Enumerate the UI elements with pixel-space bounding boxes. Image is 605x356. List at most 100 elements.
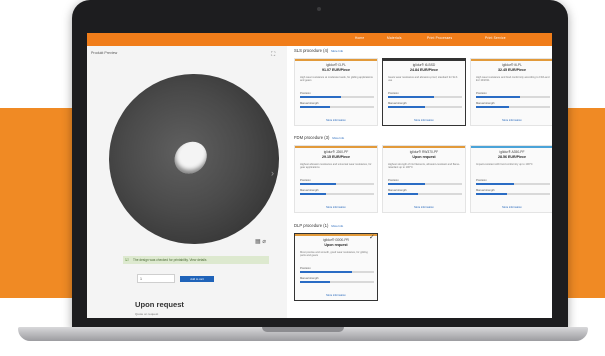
material-description: Gears wear resistance and abrasion-proof… [388, 76, 458, 83]
material-card[interactable]: iglidur® RW370-PF Upon request Highest str… [382, 145, 466, 213]
strength-bar [388, 106, 462, 108]
precision-label: Precision [476, 179, 487, 182]
material-name: iglidur® A350-PF [499, 150, 525, 154]
material-price: 29.15 EUR/Piece [322, 155, 350, 159]
wheel-hole [167, 135, 214, 181]
more-info-link[interactable]: More Info [331, 224, 343, 228]
nav-item-home[interactable]: Home [355, 36, 364, 40]
chevron-right-icon[interactable]: › [271, 168, 274, 178]
more-information-link[interactable]: More information [295, 206, 377, 209]
strength-bar [476, 106, 550, 108]
precision-bar-fill [476, 183, 515, 185]
strength-label: Manual strength [476, 102, 495, 105]
section-title-text: FDM procedure (3) [294, 135, 330, 140]
precision-bar-fill [300, 271, 352, 273]
printability-note: ☑ The design was checked for printabilit… [123, 256, 269, 264]
precision-bar-fill [476, 96, 521, 98]
section-title: SLS procedure (4) More Info [294, 48, 343, 53]
card-accent-bar [295, 146, 377, 148]
card-accent-bar [383, 59, 465, 61]
more-information-link[interactable]: More information [471, 206, 552, 209]
expand-icon[interactable]: ⛶ [271, 52, 275, 58]
more-info-link[interactable]: More Info [332, 136, 344, 140]
material-description: Highest abrasion resistance and universa… [300, 163, 372, 170]
laptop-notch [262, 327, 344, 332]
material-card[interactable]: iglidur® A350-PF 28.56 EUR/Piece Impact-re… [470, 145, 552, 213]
strength-bar-fill [476, 106, 510, 108]
panel-title: Produkt Preview [91, 51, 118, 55]
nav-item-print-service[interactable]: Print Service [485, 36, 506, 40]
card-accent-bar [295, 59, 377, 61]
strength-bar-fill [388, 193, 418, 195]
material-price: 91.07 EUR/Piece [322, 68, 350, 72]
add-to-cart-button[interactable]: Add to cart [180, 276, 214, 282]
section-title-text: DLP procedure (1) [294, 223, 329, 228]
strength-bar [300, 281, 374, 283]
material-description: Most precise and smooth, good wear resis… [300, 251, 368, 258]
material-name: iglidur® i6-BSD [412, 63, 436, 67]
browser-screen: Home Materials Print Processes Print Ser… [87, 33, 552, 318]
precision-bar-fill [388, 96, 434, 98]
precision-bar-fill [388, 183, 425, 185]
material-price: 24.84 EUR/Piece [410, 68, 438, 72]
precision-bar [300, 183, 374, 185]
check-icon: ☑ [125, 257, 129, 262]
material-price: Upon request [324, 243, 348, 247]
card-accent-bar [471, 59, 552, 61]
more-information-link[interactable]: More information [383, 206, 465, 209]
precision-label: Precision [300, 92, 311, 95]
precision-bar-fill [300, 183, 336, 185]
strength-label: Manual strength [388, 102, 407, 105]
view-toggle-icons[interactable]: ▦ ⌀ [255, 238, 266, 245]
nav-item-print-processes[interactable]: Print Processes [427, 36, 452, 40]
strength-label: Manual strength [300, 277, 319, 280]
card-accent-bar [295, 234, 377, 236]
precision-label: Precision [388, 92, 399, 95]
nav-item-materials[interactable]: Materials [387, 36, 402, 40]
price-display: Upon request [135, 300, 184, 309]
precision-label: Precision [388, 179, 399, 182]
strength-bar-fill [388, 106, 425, 108]
precision-bar [300, 96, 374, 98]
material-description: High wear resistance at moderate loads, … [300, 76, 373, 83]
material-card[interactable]: iglidur® i3-PL 91.07 EUR/Piece High wear r… [294, 58, 378, 126]
precision-label: Precision [300, 179, 311, 182]
precision-bar [476, 96, 550, 98]
top-navigation: Home Materials Print Processes Print Ser… [87, 33, 552, 46]
more-information-link[interactable]: More information [471, 119, 552, 122]
strength-bar-fill [300, 193, 326, 195]
material-price: 28.56 EUR/Piece [498, 155, 526, 159]
material-description: Highest strength of iris filaments, abra… [388, 163, 460, 170]
precision-bar [388, 96, 462, 98]
material-name: iglidur® RW370-PF [409, 150, 439, 154]
card-accent-bar [383, 146, 465, 148]
strength-bar [300, 106, 374, 108]
quantity-input[interactable]: 1 [137, 274, 175, 283]
precision-bar [476, 183, 550, 185]
material-name: iglidur® J260-PF [323, 150, 349, 154]
material-card[interactable]: iglidur® J260-PF 29.15 EUR/Piece Highest a… [294, 145, 378, 213]
material-name: iglidur® i6-PL [502, 63, 522, 67]
strength-bar [388, 193, 462, 195]
precision-label: Precision [476, 92, 487, 95]
material-card[interactable]: iglidur® i3000-PR Upon request Most precis… [294, 233, 378, 301]
selected-check-icon: ✓ [369, 234, 375, 241]
material-card[interactable]: iglidur® i6-PL 32.45 EUR/Piece High wear r… [470, 58, 552, 126]
3d-model-wheel[interactable] [93, 58, 295, 260]
precision-bar [388, 183, 462, 185]
strength-bar-fill [300, 106, 330, 108]
strength-label: Manual strength [300, 102, 319, 105]
precision-label: Precision [300, 267, 311, 270]
strength-label: Manual strength [300, 189, 319, 192]
material-card[interactable]: iglidur® i6-BSD 24.84 EUR/Piece Gears wear… [382, 58, 466, 126]
material-description: Impact-resistant with food conformity up… [476, 163, 533, 166]
printability-note-text: The design was checked for printability.… [133, 258, 207, 262]
product-preview-panel: Produkt Preview ⛶ › ▦ ⌀ ☑ The design was… [87, 46, 295, 318]
strength-bar [476, 193, 550, 195]
more-information-link[interactable]: More information [295, 119, 377, 122]
more-info-link[interactable]: More Info [331, 49, 343, 53]
card-accent-bar [471, 146, 552, 148]
material-name: iglidur® i3000-PR [323, 238, 349, 242]
more-information-link[interactable]: More information [295, 294, 377, 297]
more-information-link[interactable]: More information [383, 119, 465, 122]
